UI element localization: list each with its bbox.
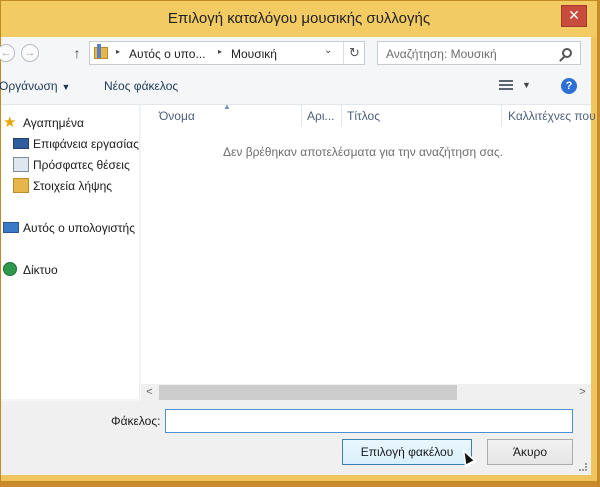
file-list-view[interactable]: ▲ Όνομα Αρι... Τίτλος Καλλιτέχνες που Δε… [141,102,596,399]
organize-menu[interactable]: Οργάνωση ▼ [0,79,70,93]
new-folder-button[interactable]: Νέος φάκελος [104,79,178,93]
column-divider[interactable] [501,105,502,127]
scrollbar-thumb[interactable] [159,385,457,400]
folder-name-field[interactable] [165,409,573,433]
help-icon[interactable]: ? [561,78,577,94]
scroll-right-button[interactable]: > [574,384,591,401]
breadcrumb-separator-icon: ▸ [116,47,121,56]
column-divider[interactable] [341,105,342,127]
sidebar-item-recent-places[interactable]: Πρόσφατες θέσεις [1,155,140,175]
recent-places-icon [13,157,29,172]
view-dropdown-icon[interactable]: ▼ [522,80,531,90]
sidebar-item-favorites[interactable]: ★ Αγαπημένα [1,113,140,133]
horizontal-scrollbar[interactable]: < > [141,384,591,401]
breadcrumb-music[interactable]: Μουσική [231,47,277,61]
search-icon[interactable] [562,48,572,58]
sidebar-item-label: Αγαπημένα [23,116,84,130]
sidebar-item-label: Στοιχεία λήψης [33,179,113,193]
search-box[interactable]: Αναζήτηση: Μουσική [377,41,581,65]
folder-field-label: Φάκελος: [111,414,161,428]
sidebar-item-network[interactable]: Δίκτυο [1,260,140,280]
music-folder-icon [94,44,108,59]
cancel-button[interactable]: Άκυρο [487,439,573,465]
organize-label: Οργάνωση [0,79,58,93]
navigation-bar: ← → ↑ ▸ Αυτός ο υπο... ▸ Μουσική ⌄ ↻ Ανα… [0,37,591,69]
address-bar[interactable]: ▸ Αυτός ο υπο... ▸ Μουσική ⌄ ↻ [89,41,365,65]
command-toolbar: Οργάνωση ▼ Νέος φάκελος ▼ ? [0,69,591,105]
refresh-button[interactable]: ↻ [343,42,365,64]
breadcrumb-separator-icon: ▸ [218,47,223,56]
sidebar-item-label: Αυτός ο υπολογιστής [23,221,135,235]
column-header-title[interactable]: Τίτλος [347,109,380,123]
close-button[interactable]: ✕ [561,5,587,27]
dialog-window: Επιλογή καταλόγου μουσικής συλλογής ✕ ← … [0,0,598,482]
dialog-footer: Φάκελος: Επιλογή φακέλου Άκυρο [1,401,591,475]
navigation-pane: ★ Αγαπημένα Επιφάνεια εργασίας Πρόσφατες… [1,105,140,399]
scroll-left-button[interactable]: < [141,384,158,401]
sidebar-item-label: Δίκτυο [23,263,58,277]
star-icon: ★ [3,114,17,131]
sort-ascending-icon: ▲ [223,102,231,111]
breadcrumb-this-pc[interactable]: Αυτός ο υπο... [129,47,205,61]
sidebar-item-this-pc[interactable]: Αυτός ο υπολογιστής [1,218,140,238]
window-title: Επιλογή καταλόγου μουσικής συλλογής [167,10,431,27]
column-header-row: ▲ Όνομα Αρι... Τίτλος Καλλιτέχνες που [141,102,596,127]
forward-button[interactable]: → [21,44,39,62]
desktop-icon [13,138,29,149]
sidebar-item-label: Επιφάνεια εργασίας [33,137,139,151]
dialog-client-area: ← → ↑ ▸ Αυτός ο υπο... ▸ Μουσική ⌄ ↻ Ανα… [0,37,596,475]
title-bar[interactable]: Επιλογή καταλόγου μουσικής συλλογής ✕ [1,1,597,37]
select-folder-button[interactable]: Επιλογή φακέλου [342,439,472,465]
column-header-artists[interactable]: Καλλιτέχνες που [508,109,596,123]
search-input[interactable]: Αναζήτηση: Μουσική [386,47,497,61]
chevron-down-icon: ▼ [61,82,71,92]
address-dropdown-icon[interactable]: ⌄ [324,45,332,56]
column-divider[interactable] [301,105,302,127]
resize-grip-icon[interactable] [579,463,587,471]
downloads-icon [13,178,29,193]
back-button[interactable]: ← [0,44,15,62]
up-button[interactable]: ↑ [69,44,85,62]
sidebar-item-label: Πρόσφατες θέσεις [33,158,130,172]
column-header-name[interactable]: Όνομα [159,109,195,123]
computer-icon [3,222,19,233]
network-icon [3,262,17,276]
view-options-icon[interactable] [499,80,513,92]
empty-results-message: Δεν βρέθηκαν αποτελέσματα για την αναζήτ… [223,145,503,159]
column-header-number[interactable]: Αρι... [307,109,335,123]
sidebar-item-downloads[interactable]: Στοιχεία λήψης [1,176,140,196]
sidebar-item-desktop[interactable]: Επιφάνεια εργασίας [1,134,140,154]
